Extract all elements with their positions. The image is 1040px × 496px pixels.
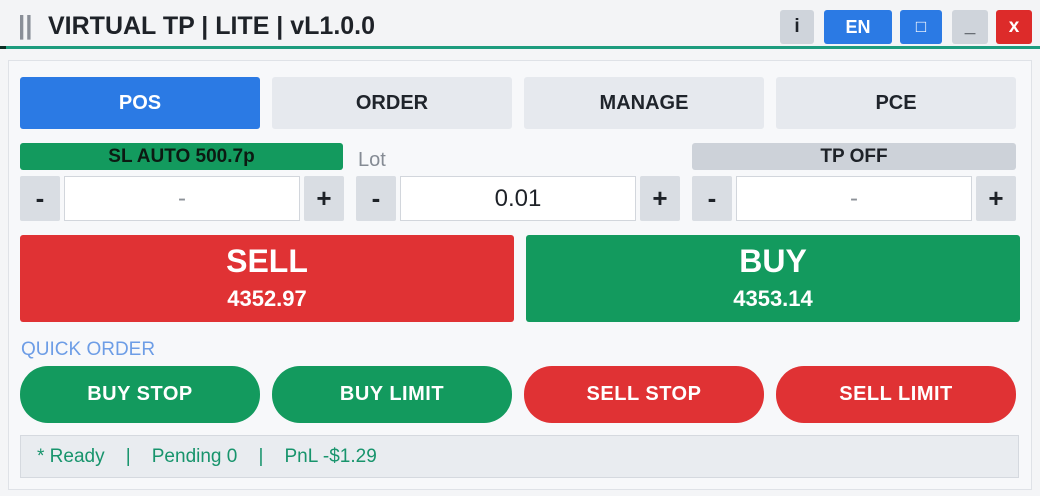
lot-label: Lot: [358, 149, 386, 171]
title-accent-line: [0, 46, 1040, 49]
tab-pce[interactable]: PCE: [776, 77, 1016, 129]
sl-plus-button[interactable]: +: [304, 176, 344, 221]
maximize-button[interactable]: □: [900, 10, 942, 44]
window-title: VIRTUAL TP | LITE | vL1.0.0: [48, 12, 376, 40]
grip-icon[interactable]: ||: [18, 12, 33, 38]
tp-status-badge[interactable]: TP OFF: [692, 143, 1016, 170]
sl-input[interactable]: -: [64, 176, 300, 221]
sell-label: SELL: [226, 243, 308, 279]
minimize-icon: _: [964, 16, 976, 37]
language-button[interactable]: EN: [824, 10, 892, 44]
minimize-button[interactable]: _: [952, 10, 988, 44]
sl-minus-button[interactable]: -: [20, 176, 60, 221]
close-button[interactable]: x: [996, 10, 1032, 44]
buy-limit-button[interactable]: BUY LIMIT: [272, 366, 512, 423]
info-icon: i: [794, 16, 800, 37]
quick-order-label: QUICK ORDER: [21, 339, 156, 360]
status-bar: * Ready | Pending 0 | PnL -$1.29: [20, 435, 1019, 478]
lot-input[interactable]: 0.01: [400, 176, 636, 221]
tab-manage[interactable]: MANAGE: [524, 77, 764, 129]
tab-order[interactable]: ORDER: [272, 77, 512, 129]
status-text: * Ready | Pending 0 | PnL -$1.29: [37, 445, 377, 467]
lot-plus-button[interactable]: +: [640, 176, 680, 221]
sell-stop-button[interactable]: SELL STOP: [524, 366, 764, 423]
buy-stop-button[interactable]: BUY STOP: [20, 366, 260, 423]
close-icon: x: [1008, 16, 1020, 37]
sl-auto-badge[interactable]: SL AUTO 500.7p: [20, 143, 343, 170]
sell-button[interactable]: SELL 4352.97: [20, 235, 514, 322]
maximize-icon: □: [915, 17, 927, 36]
tp-plus-button[interactable]: +: [976, 176, 1016, 221]
title-accent-edge: [0, 46, 6, 49]
buy-button[interactable]: BUY 4353.14: [526, 235, 1020, 322]
sell-limit-button[interactable]: SELL LIMIT: [776, 366, 1016, 423]
info-button[interactable]: i: [780, 10, 814, 44]
tp-input[interactable]: -: [736, 176, 972, 221]
tp-minus-button[interactable]: -: [692, 176, 732, 221]
tab-pos[interactable]: POS: [20, 77, 260, 129]
buy-price: 4353.14: [733, 286, 813, 311]
sell-price: 4352.97: [227, 286, 307, 311]
buy-label: BUY: [739, 243, 807, 279]
lot-minus-button[interactable]: -: [356, 176, 396, 221]
